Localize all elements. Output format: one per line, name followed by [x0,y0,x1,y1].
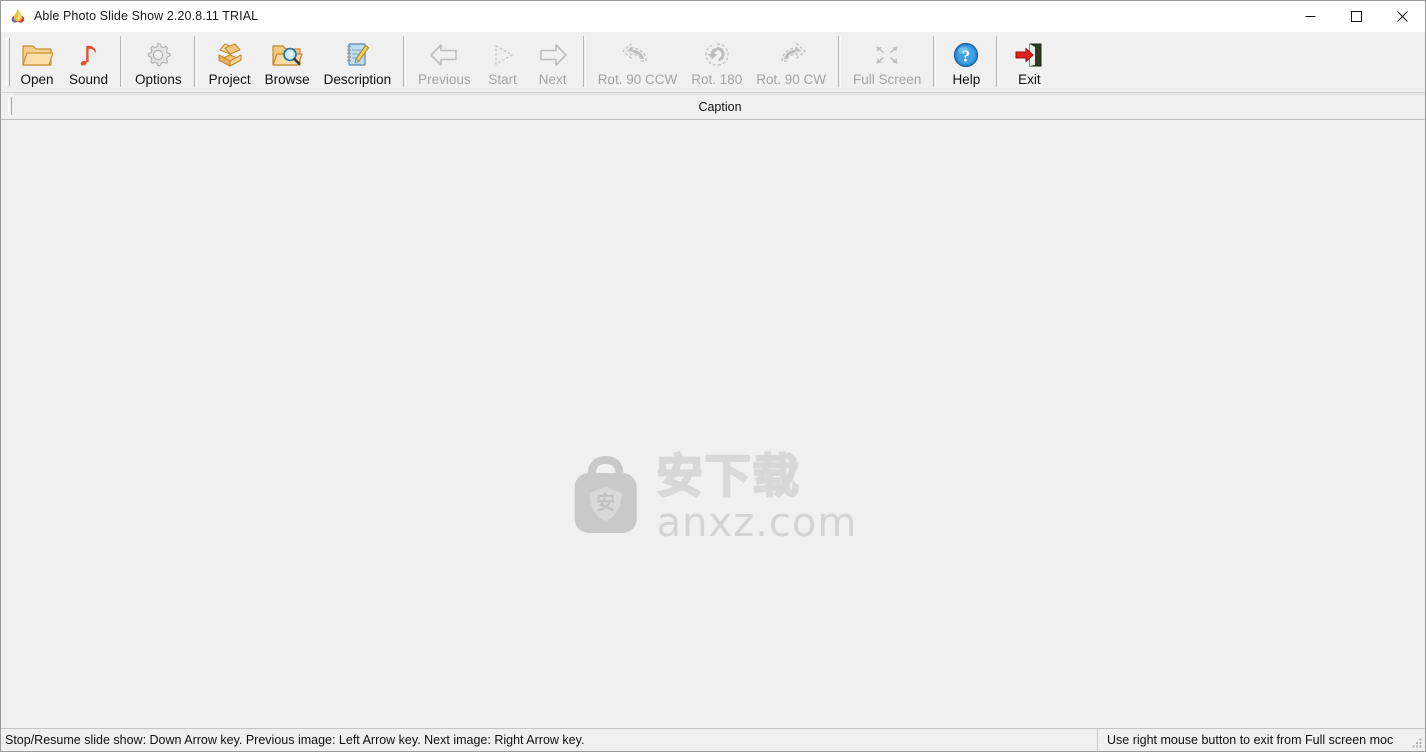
next-button[interactable]: Next [528,32,578,92]
open-button-label: Open [20,72,54,87]
app-logo-icon [10,8,26,24]
rotate-180-button[interactable]: Rot. 180 [684,32,749,92]
sound-button[interactable]: Sound [62,32,115,92]
main-toolbar: Open Sound Options Project Browse Descri… [1,32,1425,93]
full-screen-button-label: Full Screen [853,72,922,87]
status-left-text: Stop/Resume slide show: Down Arrow key. … [5,733,585,747]
toolbar-separator [403,36,407,87]
exit-button-label: Exit [1018,72,1041,87]
open-button[interactable]: Open [12,32,62,92]
browse-button-label: Browse [264,72,310,87]
start-button-label: Start [488,72,517,87]
open-folder-icon [19,39,55,70]
next-button-label: Next [538,72,567,87]
help-button[interactable]: ? Help [941,32,991,92]
rotate-180-icon [699,39,735,70]
help-question-icon: ? [948,39,984,70]
full-screen-button[interactable]: Full Screen [846,32,928,92]
folder-search-icon [269,39,305,70]
watermark-chinese-text: 安下载 [656,449,801,503]
status-bar: Stop/Resume slide show: Down Arrow key. … [1,728,1425,751]
toolbar-separator [193,36,197,87]
help-button-label: Help [952,72,981,87]
toolbar-separator [120,36,124,87]
arrow-right-icon [535,39,571,70]
rotate-ccw-icon [619,39,655,70]
arrow-left-icon [426,39,462,70]
application-window: Able Photo Slide Show 2.20.8.11 TRIAL Op… [0,0,1426,752]
caption-field[interactable]: Caption [15,93,1425,119]
start-button[interactable]: Start [478,32,528,92]
description-button-label: Description [323,72,392,87]
watermark-domain-text: anxz.com [656,500,858,546]
music-note-icon [71,39,107,70]
previous-button-label: Previous [418,72,471,87]
description-button[interactable]: Description [317,32,399,92]
svg-text:安: 安 [596,491,615,514]
rotate-cw-icon [773,39,809,70]
toolbar-separator [838,36,842,87]
toolbar-separator [933,36,937,87]
caption-drag-handle[interactable] [4,96,15,116]
notepad-pencil-icon [339,39,375,70]
gear-icon [140,39,176,70]
caption-bar: Caption [1,93,1425,120]
image-canvas[interactable]: 安 安下载 anxz.com [1,120,1425,728]
watermark-bag-icon: 安 [569,453,643,537]
window-title: Able Photo Slide Show 2.20.8.11 TRIAL [34,9,259,23]
sound-button-label: Sound [69,72,109,87]
open-box-icon [212,39,248,70]
project-button-label: Project [208,72,251,87]
title-bar[interactable]: Able Photo Slide Show 2.20.8.11 TRIAL [1,1,1425,32]
options-button[interactable]: Options [128,32,189,92]
rotate-90-ccw-button[interactable]: Rot. 90 CCW [591,32,685,92]
browse-button[interactable]: Browse [258,32,317,92]
play-triangle-icon [485,39,521,70]
minimize-button[interactable] [1287,1,1333,31]
close-button[interactable] [1379,1,1425,31]
toolbar-drag-handle[interactable] [3,32,12,92]
status-right-pane: Use right mouse button to exit from Full… [1098,729,1425,751]
status-left-pane: Stop/Resume slide show: Down Arrow key. … [1,729,1098,751]
rotate-90-ccw-button-label: Rot. 90 CCW [597,72,678,87]
toolbar-separator [582,36,586,87]
caption-label: Caption [698,99,742,114]
rotate-90-cw-button[interactable]: Rot. 90 CW [749,32,833,92]
rotate-90-cw-button-label: Rot. 90 CW [756,72,827,87]
toolbar-separator [996,36,1000,87]
exit-door-icon [1011,39,1047,70]
previous-button[interactable]: Previous [411,32,478,92]
fullscreen-icon [869,39,905,70]
maximize-button[interactable] [1333,1,1379,31]
svg-text:?: ? [962,46,971,65]
window-controls [1287,1,1425,31]
rotate-180-button-label: Rot. 180 [691,72,743,87]
project-button[interactable]: Project [202,32,258,92]
watermark: 安 安下载 anxz.com [569,447,858,543]
watermark-text-group: 安下载 anxz.com [656,449,858,546]
exit-button[interactable]: Exit [1004,32,1054,92]
options-button-label: Options [135,72,182,87]
resize-grip-icon[interactable] [1411,737,1423,749]
status-right-text: Use right mouse button to exit from Full… [1107,733,1394,747]
